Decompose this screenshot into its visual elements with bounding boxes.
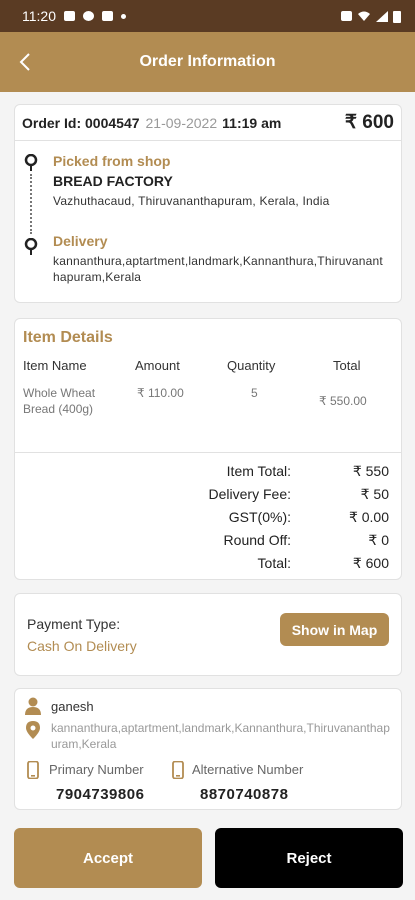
primary-number-label: Primary Number xyxy=(49,762,144,777)
item-details-title: Item Details xyxy=(23,329,113,346)
location-pin-icon xyxy=(24,154,38,171)
column-amount: Amount xyxy=(135,358,180,373)
alarm-icon xyxy=(341,11,352,21)
reject-button[interactable]: Reject xyxy=(215,828,403,888)
location-icon xyxy=(83,11,94,21)
item-total-label: Item Total: xyxy=(226,463,291,479)
column-total: Total xyxy=(333,358,361,373)
user-icon xyxy=(25,697,41,715)
item-total-cell: ₹ 550.00 xyxy=(319,394,367,408)
delivery-address: kannanthura,aptartment,landmark,Kannanth… xyxy=(53,254,383,284)
route-section: Picked from shop BREAD FACTORY Vazhuthac… xyxy=(15,141,401,285)
signal-icon xyxy=(376,10,388,22)
status-left: 11:20 xyxy=(22,8,126,24)
customer-name: ganesh xyxy=(51,699,94,714)
delivery-fee-value: ₹ 50 xyxy=(360,486,389,502)
column-quantity: Quantity xyxy=(227,358,276,373)
status-time: 11:20 xyxy=(22,8,56,24)
item-amount-cell: ₹ 110.00 xyxy=(137,386,184,400)
item-total-value: ₹ 550 xyxy=(352,463,389,479)
customer-address: kannanthura,aptartment,landmark,Kannanth… xyxy=(51,721,390,751)
alternative-number[interactable]: 8870740878 xyxy=(200,786,288,803)
app-bar: Order Information xyxy=(0,32,415,92)
payment-type-label: Payment Type: xyxy=(27,616,121,632)
payment-card: Payment Type: Cash On Delivery Show in M… xyxy=(14,593,402,676)
location-icon xyxy=(26,721,40,739)
total-label: Total: xyxy=(257,555,291,571)
gst-value: ₹ 0.00 xyxy=(348,509,389,525)
gst-label: GST(0%): xyxy=(228,509,291,525)
item-name-cell: Whole Wheat Bread (400g) xyxy=(23,386,96,416)
page-title: Order Information xyxy=(139,53,276,70)
pickup-title: Picked from shop xyxy=(53,153,171,169)
order-header: Order Id: 0004547 21-09-2022 11:19 am ₹ … xyxy=(15,105,401,141)
accept-button[interactable]: Accept xyxy=(14,828,202,888)
column-item-name: Item Name xyxy=(23,358,87,373)
primary-number[interactable]: 7904739806 xyxy=(56,786,144,803)
status-right xyxy=(341,10,401,23)
round-off-label: Round Off: xyxy=(223,532,291,548)
status-bar: 11:20 xyxy=(0,0,415,32)
show-in-map-button[interactable]: Show in Map xyxy=(280,613,389,646)
delivery-fee-label: Delivery Fee: xyxy=(208,486,291,502)
notification-icon xyxy=(64,11,75,21)
delivery-pin-icon xyxy=(24,238,38,255)
phone-icon xyxy=(27,761,39,779)
shop-address: Vazhuthacaud, Thiruvananthapuram, Kerala… xyxy=(53,194,330,208)
back-button[interactable] xyxy=(10,47,40,77)
delivery-title: Delivery xyxy=(53,233,108,249)
order-id: Order Id: 0004547 xyxy=(22,114,140,131)
customer-card: ganesh kannanthura,aptartment,landmark,K… xyxy=(14,688,402,810)
divider xyxy=(15,452,401,453)
route-line xyxy=(30,174,32,234)
item-details-card: Item Details Item Name Amount Quantity T… xyxy=(14,318,402,580)
battery-icon xyxy=(393,10,401,23)
order-date: 21-09-2022 xyxy=(145,114,218,131)
round-off-value: ₹ 0 xyxy=(368,532,389,548)
chevron-left-icon xyxy=(19,53,30,71)
total-value: ₹ 600 xyxy=(352,555,389,571)
shop-name: BREAD FACTORY xyxy=(53,173,173,189)
alternative-number-label: Alternative Number xyxy=(192,762,304,777)
more-notifications-icon xyxy=(121,13,126,19)
phone-icon xyxy=(172,761,184,779)
folder-icon xyxy=(102,11,113,21)
item-quantity-cell: 5 xyxy=(251,386,258,400)
wifi-icon xyxy=(358,11,370,21)
order-time: 11:19 am xyxy=(222,114,282,131)
order-amount: ₹ 600 xyxy=(344,112,394,133)
payment-type-value: Cash On Delivery xyxy=(27,638,137,654)
order-card: Order Id: 0004547 21-09-2022 11:19 am ₹ … xyxy=(14,104,402,303)
